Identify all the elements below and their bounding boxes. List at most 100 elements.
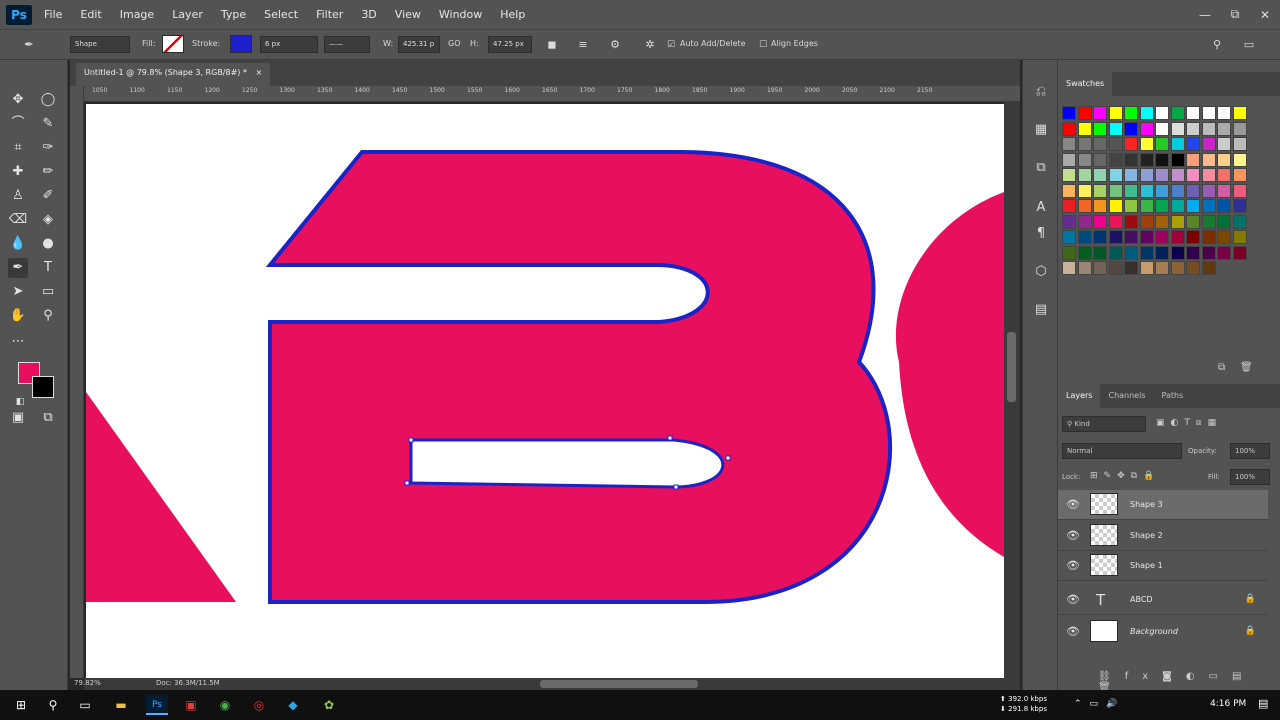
visibility-eye-icon[interactable]: 👁 bbox=[1066, 529, 1080, 542]
color-swatch[interactable] bbox=[1217, 106, 1231, 120]
color-swatch[interactable] bbox=[1217, 168, 1231, 182]
color-swatch[interactable] bbox=[1170, 245, 1185, 260]
color-swatch[interactable] bbox=[1201, 230, 1216, 244]
color-swatch[interactable] bbox=[1170, 261, 1185, 275]
document-tab-close-icon[interactable]: × bbox=[256, 68, 263, 77]
document-canvas[interactable] bbox=[84, 102, 1020, 678]
media-app-icon[interactable]: ◎ bbox=[248, 695, 270, 715]
3d-panel-icon[interactable]: ⬡ bbox=[1031, 262, 1051, 282]
color-swatch[interactable] bbox=[1093, 214, 1107, 229]
color-swatch[interactable] bbox=[1201, 261, 1216, 275]
background-color-swatch[interactable] bbox=[32, 376, 54, 398]
quick-selection-icon[interactable]: ✎ bbox=[38, 114, 58, 134]
color-swatch[interactable] bbox=[1108, 214, 1123, 229]
color-swatch[interactable] bbox=[1062, 183, 1076, 198]
crop-tool-icon[interactable]: ⌗ bbox=[8, 138, 28, 158]
color-swatch[interactable] bbox=[1093, 261, 1107, 275]
color-swatch[interactable] bbox=[1077, 261, 1092, 275]
color-swatch[interactable] bbox=[1093, 106, 1107, 120]
align-edges-checkbox[interactable]: ☐ bbox=[756, 38, 770, 52]
fill-field[interactable]: 100% bbox=[1230, 469, 1270, 485]
color-swatch[interactable] bbox=[1062, 106, 1076, 120]
color-swatch[interactable] bbox=[1139, 121, 1154, 136]
color-swatch[interactable] bbox=[1108, 245, 1123, 260]
color-swatch[interactable] bbox=[1139, 199, 1154, 213]
menu-select[interactable]: Select bbox=[262, 6, 300, 23]
color-swatch[interactable] bbox=[1062, 261, 1076, 275]
character-panel-icon[interactable]: A bbox=[1031, 198, 1051, 218]
color-swatch[interactable] bbox=[1124, 121, 1138, 136]
visibility-eye-icon[interactable]: 👁 bbox=[1066, 593, 1080, 606]
color-swatch[interactable] bbox=[1139, 230, 1154, 244]
file-explorer-icon[interactable]: ▬ bbox=[110, 695, 132, 715]
color-swatch[interactable] bbox=[1139, 152, 1154, 167]
utility-app-icon[interactable]: ✿ bbox=[318, 695, 340, 715]
auto-add-delete-checkbox[interactable]: ☑ bbox=[664, 38, 678, 52]
color-swatch[interactable] bbox=[1232, 245, 1247, 260]
color-swatch[interactable] bbox=[1217, 245, 1231, 260]
type-tool-icon[interactable]: T bbox=[38, 258, 58, 278]
color-swatch[interactable] bbox=[1108, 152, 1123, 167]
color-swatch[interactable] bbox=[1139, 183, 1154, 198]
app-icon[interactable]: ◆ bbox=[282, 695, 304, 715]
stroke-type-select[interactable]: —— bbox=[324, 36, 370, 53]
color-swatch[interactable] bbox=[1170, 137, 1185, 151]
rectangle-tool-icon[interactable]: ▭ bbox=[38, 282, 58, 302]
color-swatch[interactable] bbox=[1186, 121, 1200, 136]
menu-window[interactable]: Window bbox=[437, 6, 484, 23]
color-swatch[interactable] bbox=[1170, 152, 1185, 167]
color-swatch[interactable] bbox=[1232, 214, 1247, 229]
color-swatch[interactable] bbox=[1232, 106, 1247, 120]
color-swatch[interactable] bbox=[1062, 245, 1076, 260]
color-swatch[interactable] bbox=[1155, 183, 1169, 198]
color-swatch[interactable] bbox=[1217, 199, 1231, 213]
canvas-area[interactable] bbox=[84, 102, 1020, 678]
selected-shape-3[interactable] bbox=[409, 438, 725, 489]
color-swatch[interactable] bbox=[1093, 199, 1107, 213]
hand-tool-icon[interactable]: ✋ bbox=[8, 306, 28, 326]
layer-row-background[interactable]: 👁 Background 🔒 bbox=[1058, 617, 1268, 647]
healing-brush-icon[interactable]: ✚ bbox=[8, 162, 28, 182]
color-swatch[interactable] bbox=[1201, 137, 1216, 151]
visibility-eye-icon[interactable]: 👁 bbox=[1066, 625, 1080, 638]
color-swatch[interactable] bbox=[1108, 199, 1123, 213]
color-swatch[interactable] bbox=[1232, 137, 1247, 151]
color-swatch[interactable] bbox=[1186, 152, 1200, 167]
color-swatch[interactable] bbox=[1124, 137, 1138, 151]
color-swatch[interactable] bbox=[1186, 106, 1200, 120]
color-swatch[interactable] bbox=[1201, 245, 1216, 260]
color-swatch[interactable] bbox=[1124, 106, 1138, 120]
pen-tool-icon[interactable]: ✒ bbox=[8, 258, 28, 278]
color-swatch[interactable] bbox=[1155, 152, 1169, 167]
color-swatch[interactable] bbox=[1093, 121, 1107, 136]
paint-bucket-icon[interactable]: ◈ bbox=[38, 210, 58, 230]
photoshop-taskbar-icon[interactable]: Ps bbox=[146, 695, 168, 715]
color-swatch[interactable] bbox=[1062, 137, 1076, 151]
color-swatch[interactable] bbox=[1217, 183, 1231, 198]
pen-tool-preset-icon[interactable]: ✒ bbox=[22, 38, 36, 52]
color-swatch[interactable] bbox=[1139, 214, 1154, 229]
color-swatch[interactable] bbox=[1093, 168, 1107, 182]
color-swatch[interactable] bbox=[1186, 168, 1200, 182]
color-swatch[interactable] bbox=[1077, 199, 1092, 213]
app-taskbar-icon[interactable]: ▣ bbox=[180, 695, 202, 715]
color-swatch[interactable] bbox=[1155, 261, 1169, 275]
color-swatch[interactable] bbox=[1170, 183, 1185, 198]
color-swatch[interactable] bbox=[1217, 152, 1231, 167]
color-swatch[interactable] bbox=[1232, 152, 1247, 167]
eraser-tool-icon[interactable]: ⌫ bbox=[8, 210, 28, 230]
stroke-width-field[interactable]: 6 px bbox=[260, 36, 318, 53]
tool-mode-select[interactable]: Shape bbox=[70, 36, 130, 53]
color-swatch[interactable] bbox=[1077, 245, 1092, 260]
opacity-field[interactable]: 100% bbox=[1230, 443, 1270, 459]
vertical-scrollbar[interactable] bbox=[1004, 102, 1020, 678]
eyedropper-icon[interactable]: ✑ bbox=[38, 138, 58, 158]
layer-row-shape-1[interactable]: 👁 Shape 1 bbox=[1058, 551, 1268, 581]
color-swatch[interactable] bbox=[1124, 230, 1138, 244]
color-swatch[interactable] bbox=[1093, 137, 1107, 151]
system-tray-icons[interactable]: ⌃▭🔊 bbox=[1074, 699, 1125, 709]
path-alignment-icon[interactable]: ≡ bbox=[576, 38, 590, 52]
menu-image[interactable]: Image bbox=[118, 6, 156, 23]
lock-icons[interactable]: ⊞✎✥⧉🔒 bbox=[1090, 471, 1160, 481]
color-swatch[interactable] bbox=[1108, 230, 1123, 244]
